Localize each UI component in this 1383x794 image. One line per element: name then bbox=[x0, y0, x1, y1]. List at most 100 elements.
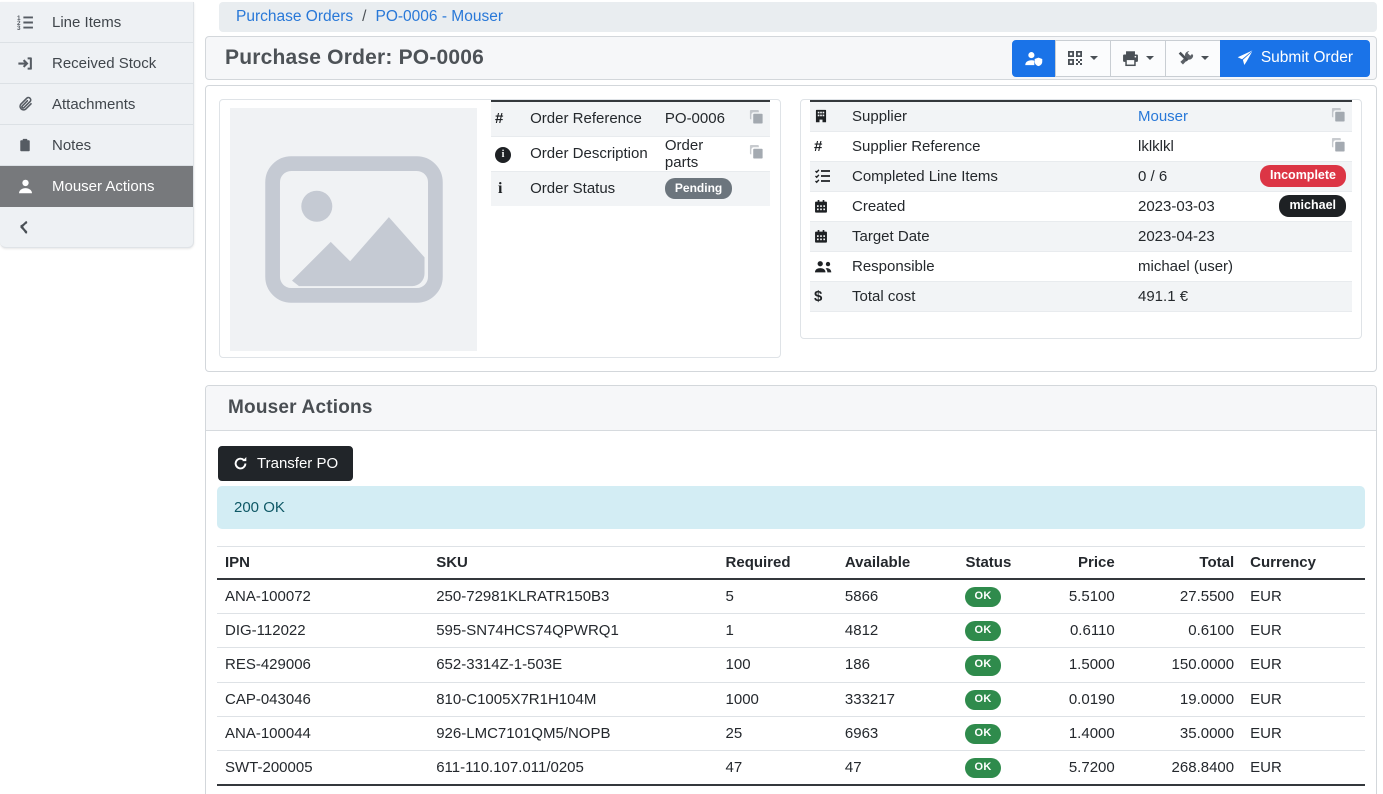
detail-row-supplier: Supplier Mouser bbox=[810, 101, 1352, 131]
cell-total: 27.5500 bbox=[1123, 579, 1242, 614]
cell-available: 47 bbox=[837, 750, 958, 785]
status-alert: 200 OK bbox=[217, 486, 1365, 529]
paper-plane-icon bbox=[1237, 50, 1253, 66]
sidebar-item-mouser-actions[interactable]: Mouser Actions bbox=[0, 166, 193, 207]
order-options-button[interactable] bbox=[1165, 40, 1221, 77]
clipboard-icon bbox=[15, 137, 35, 153]
sign-in-icon bbox=[15, 55, 35, 72]
cell-sku: 652-3314Z-1-503E bbox=[428, 648, 717, 682]
table-row: RES-429006 652-3314Z-1-503E 100 186 OK 1… bbox=[217, 648, 1365, 682]
refresh-icon bbox=[233, 456, 248, 471]
table-total-row: Total 501.0000 bbox=[217, 785, 1365, 794]
page-title: Purchase Order: PO-0006 bbox=[225, 46, 484, 70]
user-roles-button[interactable] bbox=[1012, 40, 1056, 77]
status-badge: OK bbox=[965, 587, 1000, 607]
user-icon bbox=[15, 178, 35, 195]
sidebar-item-line-items[interactable]: 123 Line Items bbox=[0, 2, 193, 43]
tools-icon bbox=[1177, 50, 1194, 67]
breadcrumb: Purchase Orders / PO-0006 - Mouser bbox=[219, 2, 1377, 32]
cell-total: 150.0000 bbox=[1123, 648, 1242, 682]
parts-table: IPN SKU Required Available Status Price … bbox=[217, 546, 1365, 794]
detail-label: Order Status bbox=[526, 171, 661, 206]
cell-required: 100 bbox=[718, 648, 837, 682]
parts-table-header-row: IPN SKU Required Available Status Price … bbox=[217, 547, 1365, 580]
status-badge: OK bbox=[965, 758, 1000, 778]
calendar-icon bbox=[814, 229, 844, 244]
panel-title: Mouser Actions bbox=[228, 397, 373, 419]
print-actions-button[interactable] bbox=[1110, 40, 1166, 77]
detail-value: 491.1 € bbox=[1134, 281, 1238, 311]
caret-down-icon bbox=[1090, 56, 1098, 60]
transfer-po-button[interactable]: Transfer PO bbox=[218, 446, 353, 481]
cell-currency: EUR bbox=[1242, 648, 1365, 682]
cell-available: 186 bbox=[837, 648, 958, 682]
breadcrumb-link-po-0006[interactable]: PO-0006 - Mouser bbox=[375, 8, 503, 26]
cell-available: 5866 bbox=[837, 579, 958, 614]
hashtag-icon: # bbox=[814, 138, 822, 155]
sidebar-collapse-button[interactable] bbox=[0, 207, 193, 247]
sidebar-item-label: Mouser Actions bbox=[52, 178, 155, 195]
table-row: DIG-112022 595-SN74HCS74QPWRQ1 1 4812 OK… bbox=[217, 614, 1365, 648]
total-value: 501.0000 bbox=[1123, 785, 1242, 794]
submit-order-button[interactable]: Submit Order bbox=[1220, 40, 1370, 77]
header-actions: Submit Order bbox=[1012, 40, 1370, 77]
copy-icon[interactable] bbox=[749, 109, 764, 124]
cell-ipn: SWT-200005 bbox=[217, 750, 428, 785]
building-icon bbox=[814, 108, 844, 124]
order-details-card: # Order Reference PO-0006 i Order Descri… bbox=[219, 99, 781, 358]
user-badge: michael bbox=[1279, 195, 1346, 217]
cell-currency: EUR bbox=[1242, 579, 1365, 614]
cell-required: 5 bbox=[718, 579, 837, 614]
copy-icon[interactable] bbox=[749, 144, 764, 159]
col-header-status: Status bbox=[957, 547, 1039, 580]
detail-label: Supplier bbox=[848, 101, 1134, 131]
caret-down-icon bbox=[1201, 56, 1209, 60]
status-badge: OK bbox=[965, 655, 1000, 675]
panel-body: Transfer PO 200 OK IPN SKU Required Avai… bbox=[206, 431, 1376, 794]
breadcrumb-link-purchase-orders[interactable]: Purchase Orders bbox=[236, 8, 353, 26]
cell-required: 1 bbox=[718, 614, 837, 648]
cell-required: 47 bbox=[718, 750, 837, 785]
detail-value: PO-0006 bbox=[661, 101, 736, 136]
cell-sku: 611-110.107.011/0205 bbox=[428, 750, 717, 785]
supplier-details-table: Supplier Mouser # Supplier Reference lkl… bbox=[810, 100, 1352, 327]
cell-price: 5.7200 bbox=[1039, 750, 1123, 785]
cell-required: 1000 bbox=[718, 682, 837, 716]
cell-currency: EUR bbox=[1242, 750, 1365, 785]
order-details-panel: # Order Reference PO-0006 i Order Descri… bbox=[205, 85, 1377, 372]
detail-label: Order Reference bbox=[526, 101, 661, 136]
table-row: SWT-200005 611-110.107.011/0205 47 47 OK… bbox=[217, 750, 1365, 785]
copy-icon[interactable] bbox=[1331, 107, 1346, 122]
barcode-actions-button[interactable] bbox=[1055, 40, 1111, 77]
detail-value: 0 / 6 bbox=[1134, 161, 1238, 191]
detail-value: 2023-04-23 bbox=[1134, 221, 1238, 251]
incomplete-badge: Incomplete bbox=[1260, 165, 1346, 187]
detail-row-supplier-reference: # Supplier Reference lklklkl bbox=[810, 131, 1352, 161]
cell-total: 19.0000 bbox=[1123, 682, 1242, 716]
col-header-sku: SKU bbox=[428, 547, 717, 580]
order-details-table: # Order Reference PO-0006 i Order Descri… bbox=[491, 100, 770, 206]
sidebar-item-label: Notes bbox=[52, 137, 91, 154]
cell-total: 268.8400 bbox=[1123, 750, 1242, 785]
detail-row-completed-line-items: Completed Line Items 0 / 6 Incomplete bbox=[810, 161, 1352, 191]
cell-total: 35.0000 bbox=[1123, 716, 1242, 750]
supplier-link[interactable]: Mouser bbox=[1138, 108, 1188, 125]
detail-row-total-cost: $ Total cost 491.1 € bbox=[810, 281, 1352, 311]
printer-icon bbox=[1122, 50, 1139, 67]
sidebar-item-attachments[interactable]: Attachments bbox=[0, 84, 193, 125]
cell-sku: 595-SN74HCS74QPWRQ1 bbox=[428, 614, 717, 648]
hashtag-icon: # bbox=[495, 110, 503, 127]
page-header: Purchase Order: PO-0006 bbox=[205, 36, 1377, 80]
sidebar-item-received-stock[interactable]: Received Stock bbox=[0, 43, 193, 84]
cell-price: 0.0190 bbox=[1039, 682, 1123, 716]
table-row: ANA-100072 250-72981KLRATR150B3 5 5866 O… bbox=[217, 579, 1365, 614]
copy-icon[interactable] bbox=[1331, 137, 1346, 152]
table-row: ANA-100044 926-LMC7101QM5/NOPB 25 6963 O… bbox=[217, 716, 1365, 750]
cell-ipn: CAP-043046 bbox=[217, 682, 428, 716]
col-header-available: Available bbox=[837, 547, 958, 580]
cell-total: 0.6100 bbox=[1123, 614, 1242, 648]
detail-label: Completed Line Items bbox=[848, 161, 1134, 191]
detail-row-order-status: i Order Status Pending bbox=[491, 171, 770, 206]
detail-row-order-reference: # Order Reference PO-0006 bbox=[491, 101, 770, 136]
sidebar-item-notes[interactable]: Notes bbox=[0, 125, 193, 166]
